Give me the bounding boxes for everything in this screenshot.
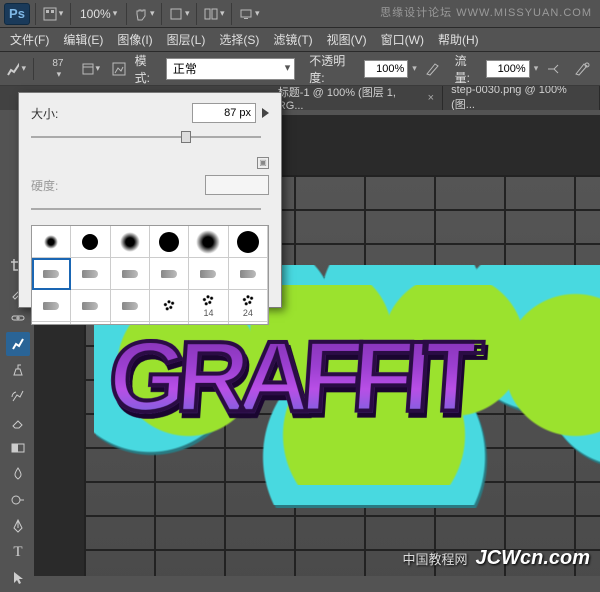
- clone-stamp-tool[interactable]: [6, 358, 30, 382]
- app-logo: Ps: [4, 3, 30, 25]
- blur-tool[interactable]: [6, 462, 30, 486]
- hand-tool-dropdown[interactable]: [132, 3, 156, 25]
- history-brush-tool[interactable]: [6, 384, 30, 408]
- brush-panel-icon[interactable]: [107, 58, 131, 80]
- menu-file[interactable]: 文件(F): [4, 28, 55, 51]
- brush-preset-cell[interactable]: 59: [150, 322, 189, 325]
- title-bar: Ps 100% 思缘设计论坛 WWW.MISSYUAN.COM: [0, 0, 600, 28]
- brush-hardness-input[interactable]: [205, 175, 269, 195]
- brush-preset-cell[interactable]: [32, 258, 71, 290]
- menu-bar: 文件(F) 编辑(E) 图像(I) 图层(L) 选择(S) 滤镜(T) 视图(V…: [0, 28, 600, 52]
- brush-hardness-label: 硬度:: [31, 177, 58, 194]
- preset-label: 14: [203, 308, 213, 318]
- brush-preset-popup: 大小: ▣ 硬度: 1424273946591117: [18, 92, 282, 308]
- brush-preset-cell[interactable]: 24: [229, 290, 268, 322]
- preset-label: 24: [243, 308, 253, 318]
- pen-tool[interactable]: [6, 514, 30, 538]
- arrange-documents[interactable]: [202, 3, 226, 25]
- brush-preset-cell[interactable]: [32, 290, 71, 322]
- gradient-tool[interactable]: [6, 436, 30, 460]
- options-bar: 87 模式: 正常 不透明度: 100% ▾ 流量: 100% ▾: [0, 52, 600, 86]
- blend-mode-select[interactable]: 正常: [166, 58, 295, 80]
- watermark-cn: 中国教程网: [403, 549, 468, 568]
- flow-label: 流量:: [455, 52, 482, 86]
- watermark: 中国教程网 JCWcn.com: [403, 547, 590, 570]
- mode-label: 模式:: [135, 52, 162, 86]
- menu-help[interactable]: 帮助(H): [432, 28, 485, 51]
- brush-size-label: 大小:: [31, 105, 58, 122]
- new-preset-icon[interactable]: ▣: [257, 157, 269, 169]
- brush-size-slider[interactable]: [31, 131, 261, 143]
- opacity-label: 不透明度:: [309, 52, 360, 86]
- tab-title: step-0030.png @ 100% (图...: [451, 86, 591, 110]
- brush-preset-cell[interactable]: [229, 258, 268, 290]
- page-credit: 思缘设计论坛 WWW.MISSYUAN.COM: [380, 4, 592, 20]
- brush-preset-cell[interactable]: 27: [32, 322, 71, 325]
- path-selection-tool[interactable]: [6, 566, 30, 590]
- menu-select[interactable]: 选择(S): [213, 28, 265, 51]
- brush-preset-cell[interactable]: [189, 226, 228, 258]
- healing-brush-tool[interactable]: [6, 306, 30, 330]
- menu-layer[interactable]: 图层(L): [161, 28, 212, 51]
- brush-preset-cell[interactable]: [189, 258, 228, 290]
- menu-window[interactable]: 窗口(W): [375, 28, 430, 51]
- brush-hardness-slider[interactable]: [31, 203, 261, 215]
- brush-preset-cell[interactable]: [111, 258, 150, 290]
- bridge-dropdown[interactable]: [41, 3, 65, 25]
- close-icon[interactable]: ×: [428, 92, 434, 104]
- view-extras-dropdown[interactable]: [167, 3, 191, 25]
- opacity-input[interactable]: 100%: [364, 60, 408, 78]
- tool-preset-picker[interactable]: [6, 59, 26, 79]
- brush-preset-cell[interactable]: [150, 226, 189, 258]
- flow-input[interactable]: 100%: [486, 60, 530, 78]
- brush-preset-cell[interactable]: [71, 258, 110, 290]
- brush-preset-cell[interactable]: 11: [189, 322, 228, 325]
- dodge-tool[interactable]: [6, 488, 30, 512]
- zoom-level[interactable]: 100%: [76, 4, 121, 24]
- artwork-graffiti-text: GRAFFIT: [105, 320, 476, 435]
- watermark-url: JCWcn.com: [476, 547, 590, 570]
- menu-filter[interactable]: 滤镜(T): [267, 28, 318, 51]
- brush-preset-cell[interactable]: [32, 226, 71, 258]
- menu-image[interactable]: 图像(I): [111, 28, 158, 51]
- brush-preset-grid[interactable]: 14 24 273946591117: [31, 225, 269, 325]
- brush-preset-cell[interactable]: [111, 226, 150, 258]
- tablet-pressure-opacity[interactable]: [421, 58, 445, 80]
- brush-preset-cell[interactable]: [71, 226, 110, 258]
- type-tool[interactable]: T: [6, 540, 30, 564]
- brush-preset-cell[interactable]: [150, 290, 189, 322]
- document-tab[interactable]: 标题-1 @ 100% (图层 1, RG... ×: [270, 86, 443, 110]
- brush-size-flyout-icon[interactable]: [262, 108, 269, 118]
- eraser-tool[interactable]: [6, 410, 30, 434]
- brush-preset-cell[interactable]: 46: [111, 322, 150, 325]
- brush-preset-cell[interactable]: [71, 290, 110, 322]
- tab-title: 标题-1 @ 100% (图层 1, RG...: [278, 86, 422, 110]
- airbrush-toggle[interactable]: [542, 58, 566, 80]
- menu-view[interactable]: 视图(V): [321, 28, 373, 51]
- slider-thumb[interactable]: [181, 131, 191, 143]
- document-tab[interactable]: step-0030.png @ 100% (图...: [443, 86, 600, 110]
- brush-preset-cell[interactable]: 17: [229, 322, 268, 325]
- brush-preset-cell[interactable]: [150, 258, 189, 290]
- brush-preset-cell[interactable]: [111, 290, 150, 322]
- brush-panel-toggle[interactable]: [79, 58, 103, 80]
- tablet-pressure-size[interactable]: [570, 58, 594, 80]
- brush-preset-cell[interactable]: 39: [71, 322, 110, 325]
- menu-edit[interactable]: 编辑(E): [57, 28, 109, 51]
- brush-tool[interactable]: [6, 332, 30, 356]
- brush-preset-cell[interactable]: [229, 226, 268, 258]
- brush-preset-cell[interactable]: 14: [189, 290, 228, 322]
- brush-size-input[interactable]: [192, 103, 256, 123]
- brush-preset-picker[interactable]: 87: [41, 57, 75, 81]
- screen-mode[interactable]: [237, 3, 261, 25]
- brush-size-readout: 87: [52, 58, 63, 69]
